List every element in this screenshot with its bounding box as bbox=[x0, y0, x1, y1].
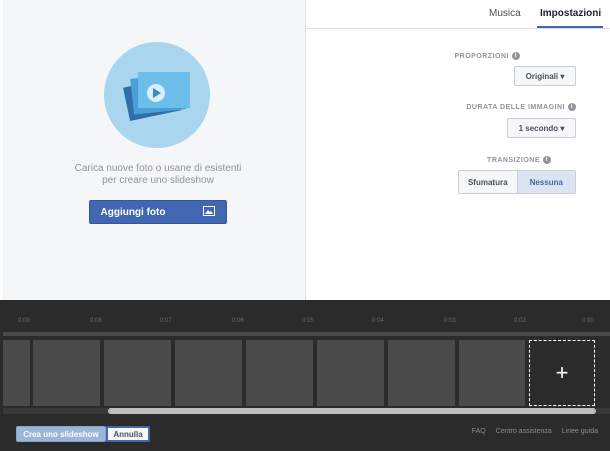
timeline-frame-slot[interactable] bbox=[246, 340, 313, 406]
upload-instructions-line2: per creare uno slideshow bbox=[102, 175, 214, 186]
image-duration-label-text: DURATA DELLE IMMAGINI bbox=[466, 103, 565, 111]
tab-music[interactable]: Musica bbox=[489, 8, 521, 19]
timeline-tick: 0:09 bbox=[18, 318, 30, 324]
timeline-tick: 0:04 bbox=[372, 318, 384, 324]
info-icon[interactable]: i bbox=[543, 156, 551, 164]
timeline-track bbox=[3, 332, 610, 336]
timeline-frame-slot[interactable] bbox=[33, 340, 100, 406]
aspect-ratio-label: PROPORZIONI i bbox=[454, 52, 520, 60]
add-photos-label: Aggiungi foto bbox=[100, 206, 166, 218]
timeline-tick: 0:06 bbox=[232, 318, 244, 324]
active-tab-indicator bbox=[537, 26, 603, 28]
aspect-ratio-select[interactable]: Originali ▾ bbox=[514, 66, 576, 86]
add-frame-button[interactable]: + bbox=[529, 340, 595, 406]
slideshow-illustration-icon bbox=[104, 42, 210, 148]
timeline-tick: 0:03 bbox=[444, 318, 456, 324]
add-photos-button[interactable]: Aggiungi foto bbox=[89, 200, 227, 224]
timeline-ruler: 0:09 0:08 0:07 0:06 0:05 0:04 0:03 0:02 … bbox=[0, 318, 610, 332]
tab-settings[interactable]: Impostazioni bbox=[540, 8, 601, 19]
timeline-scrollbar[interactable] bbox=[108, 408, 596, 414]
footer-links: FAQ Centro assistenza Linee guida bbox=[472, 428, 598, 435]
photo-upload-panel: Carica nuove foto o usane di esistenti p… bbox=[3, 0, 306, 300]
timeline-tick: 0:07 bbox=[160, 318, 172, 324]
timeline-frame-slot[interactable] bbox=[175, 340, 242, 406]
upload-instructions: Carica nuove foto o usane di esistenti p… bbox=[43, 163, 273, 187]
info-icon[interactable]: i bbox=[512, 52, 520, 60]
transition-option-none[interactable]: Nessuna bbox=[516, 171, 575, 193]
transition-option-fade[interactable]: Sfumatura bbox=[459, 171, 517, 193]
timeline-frame-slot[interactable] bbox=[459, 340, 525, 406]
timeline-tick: 0:02 bbox=[514, 318, 526, 324]
photo-icon bbox=[203, 205, 216, 219]
info-icon[interactable]: i bbox=[568, 103, 576, 111]
timeline-frame-slot[interactable] bbox=[388, 340, 455, 406]
cancel-button[interactable]: Annulla bbox=[106, 426, 150, 442]
image-duration-label: DURATA DELLE IMMAGINI i bbox=[466, 103, 576, 111]
aspect-ratio-label-text: PROPORZIONI bbox=[454, 52, 509, 60]
footer-link-guidelines[interactable]: Linee guida bbox=[562, 428, 598, 435]
timeline-tick: 0:05 bbox=[302, 318, 314, 324]
timeline-frame-slot[interactable] bbox=[3, 340, 30, 406]
timeline-frame-slot[interactable] bbox=[104, 340, 171, 406]
create-slideshow-button[interactable]: Crea uno slideshow bbox=[16, 426, 106, 442]
timeline-tick: 0:08 bbox=[90, 318, 102, 324]
image-duration-select[interactable]: 1 secondo ▾ bbox=[507, 118, 576, 138]
timeline-frame-slot[interactable] bbox=[317, 340, 384, 406]
transition-label: TRANSIZIONE i bbox=[487, 156, 551, 164]
footer-link-faq[interactable]: FAQ bbox=[472, 428, 486, 435]
footer-link-help-center[interactable]: Centro assistenza bbox=[496, 428, 552, 435]
main-panel: Carica nuove foto o usane di esistenti p… bbox=[0, 0, 610, 300]
upload-instructions-line1: Carica nuove foto o usane di esistenti bbox=[74, 163, 242, 174]
timeline-tick: 0:00 bbox=[582, 318, 594, 324]
transition-toggle: Sfumatura Nessuna bbox=[458, 170, 576, 194]
transition-label-text: TRANSIZIONE bbox=[487, 156, 540, 164]
